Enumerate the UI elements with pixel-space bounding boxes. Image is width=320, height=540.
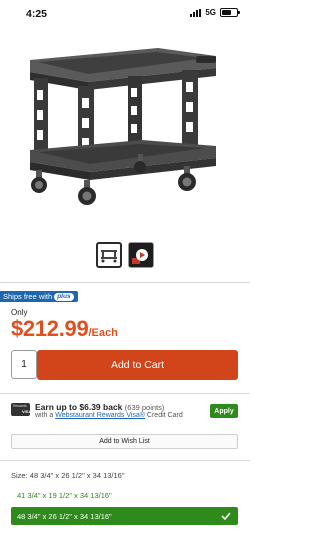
status-icons: 5G — [190, 8, 240, 17]
network-label: 5G — [205, 8, 216, 17]
battery-icon — [220, 8, 240, 17]
rewards-sub-suffix: Credit Card — [146, 412, 183, 419]
divider — [0, 460, 250, 461]
cart-thumbnail-icon — [101, 250, 117, 263]
video-thumbnail[interactable] — [128, 242, 154, 268]
size-option-label: 48 3/4" x 26 1/2" x 34 13/16" — [17, 511, 112, 521]
size-option-selected[interactable]: 48 3/4" x 26 1/2" x 34 13/16" — [11, 507, 238, 525]
rewards-points: (639 points) — [124, 403, 165, 412]
cart-thumbnail[interactable] — [96, 242, 122, 268]
ships-free-text: Ships free with — [3, 292, 53, 301]
visa-logo: VISA — [22, 409, 32, 414]
price-row: $212.99 /Each — [11, 316, 118, 342]
play-video-icon — [129, 243, 153, 267]
ships-free-badge[interactable]: Ships free with plus — [0, 291, 78, 302]
quantity-input[interactable]: 1 — [11, 350, 37, 379]
divider — [0, 282, 250, 283]
rewards-subtitle: with a Webstaurant Rewards Visa® Credit … — [35, 412, 183, 419]
cart-illustration — [30, 48, 216, 205]
card-text: Rewards — [13, 404, 27, 408]
price-unit: /Each — [88, 327, 118, 339]
rewards-card-link[interactable]: Webstaurant Rewards Visa® — [55, 412, 145, 419]
rewards-sub-prefix: with a — [35, 412, 54, 419]
add-to-cart-button[interactable]: Add to Cart — [37, 350, 238, 380]
size-label-prefix: Size: — [11, 471, 28, 480]
rewards-amount: Earn up to $6.39 back — [35, 402, 123, 412]
size-option[interactable]: 41 3/4" x 19 1/2" x 34 13/16" — [17, 491, 112, 500]
status-time: 4:25 — [26, 8, 48, 20]
rewards-title: Earn up to $6.39 back (639 points) — [35, 402, 164, 412]
rewards-card-image: Rewards VISA — [11, 403, 32, 416]
utility-cart-image[interactable] — [18, 38, 232, 216]
divider — [0, 393, 250, 394]
signal-icon — [190, 8, 202, 17]
add-to-wish-list-button[interactable]: Add to Wish List — [11, 434, 238, 449]
plus-logo: plus — [54, 292, 74, 301]
price-value: $212.99 — [11, 316, 89, 341]
size-label: Size: 48 3/4" x 26 1/2" x 34 13/16" — [11, 471, 125, 480]
size-selected-value: 48 3/4" x 26 1/2" x 34 13/16" — [29, 471, 125, 480]
checkmark-icon — [221, 512, 231, 520]
apply-button[interactable]: Apply — [210, 404, 238, 418]
